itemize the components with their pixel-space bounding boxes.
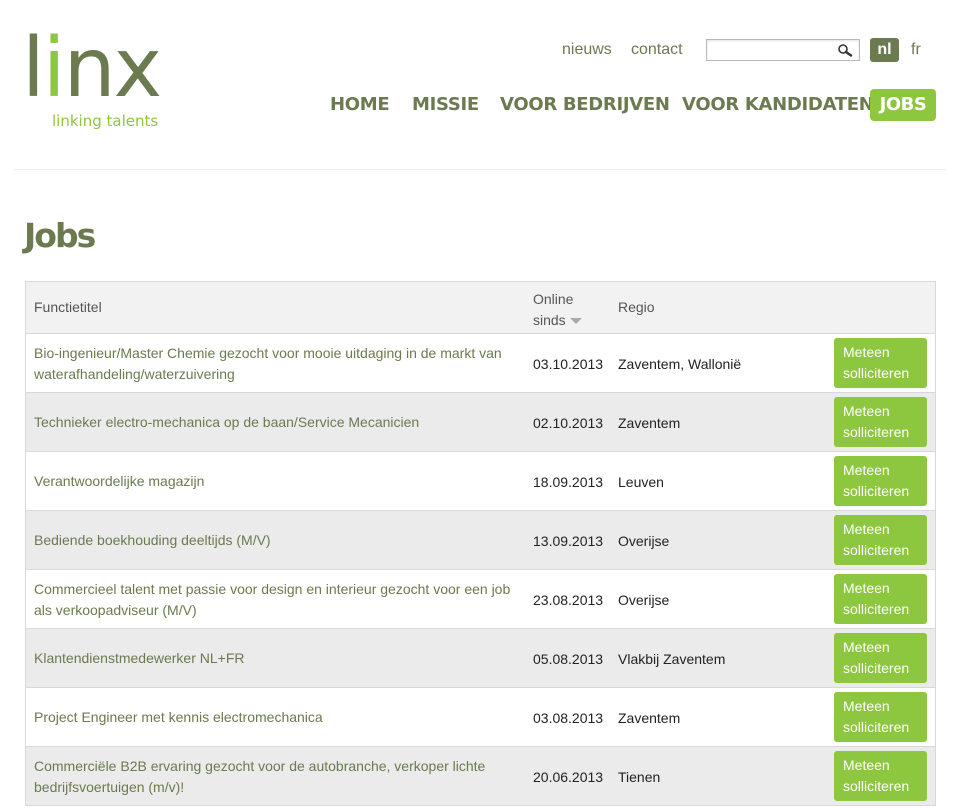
header-divider bbox=[14, 169, 946, 170]
job-title-link[interactable]: Bediende boekhouding deeltijds (M/V) bbox=[34, 511, 524, 570]
column-header-online-sinds[interactable]: Online sinds bbox=[533, 289, 582, 331]
job-title-link[interactable]: Verantwoordelijke magazijn bbox=[34, 452, 524, 511]
search-icon[interactable] bbox=[837, 43, 853, 57]
site-header: linx linking talents nieuws contact nl f… bbox=[0, 0, 960, 170]
logo-wordmark: linx bbox=[22, 21, 162, 116]
linx-logo[interactable]: linx linking talents bbox=[22, 28, 172, 138]
table-row: Commerciële B2B ervaring gezocht voor de… bbox=[26, 747, 935, 806]
logo-tagline: linking talents bbox=[52, 112, 159, 130]
job-region: Overijse bbox=[618, 532, 670, 549]
job-date: 02.10.2013 bbox=[533, 414, 604, 431]
job-title-link[interactable]: Klantendienstmedewerker NL+FR bbox=[34, 629, 524, 688]
table-row: Verantwoordelijke magazijn 18.09.2013 Le… bbox=[26, 452, 935, 511]
apply-button[interactable]: Meteen solliciteren bbox=[834, 633, 927, 683]
job-date: 20.06.2013 bbox=[533, 768, 604, 785]
mainnav-voor-kandidaten[interactable]: VOOR KANDIDATEN bbox=[682, 94, 874, 116]
apply-button[interactable]: Meteen solliciteren bbox=[834, 397, 927, 447]
apply-button[interactable]: Meteen solliciteren bbox=[834, 692, 927, 742]
page-title: Jobs bbox=[24, 216, 96, 255]
nav-link-contact[interactable]: contact bbox=[631, 40, 683, 60]
nav-link-nieuws[interactable]: nieuws bbox=[562, 40, 612, 60]
table-row: Bediende boekhouding deeltijds (M/V) 13.… bbox=[26, 511, 935, 570]
job-date: 03.08.2013 bbox=[533, 709, 604, 726]
job-region: Zaventem bbox=[618, 709, 681, 726]
job-title-link[interactable]: Commerciële B2B ervaring gezocht voor de… bbox=[34, 747, 524, 806]
table-row: Bio-ingenieur/Master Chemie gezocht voor… bbox=[26, 334, 935, 393]
search-input[interactable] bbox=[706, 39, 860, 61]
job-region: Zaventem bbox=[618, 414, 681, 431]
mainnav-jobs[interactable]: JOBS bbox=[870, 89, 936, 121]
mainnav-missie[interactable]: MISSIE bbox=[412, 94, 479, 116]
mainnav-voor-bedrijven[interactable]: VOOR BEDRIJVEN bbox=[500, 94, 670, 116]
job-date: 05.08.2013 bbox=[533, 650, 604, 667]
table-row: Klantendienstmedewerker NL+FR 05.08.2013… bbox=[26, 629, 935, 688]
job-region: Leuven bbox=[618, 473, 664, 490]
job-title-link[interactable]: Commercieel talent met passie voor desig… bbox=[34, 570, 524, 629]
job-region: Vlakbij Zaventem bbox=[618, 650, 726, 667]
column-header-functietitel[interactable]: Functietitel bbox=[34, 299, 102, 315]
apply-button[interactable]: Meteen solliciteren bbox=[834, 751, 927, 801]
job-region: Tienen bbox=[618, 768, 661, 785]
job-date: 23.08.2013 bbox=[533, 591, 604, 608]
job-date: 13.09.2013 bbox=[533, 532, 604, 549]
sort-descending-icon bbox=[569, 318, 582, 325]
job-title-link[interactable]: Project Engineer met kennis electromecha… bbox=[34, 688, 524, 747]
mainnav-home[interactable]: HOME bbox=[330, 94, 390, 116]
jobs-table: Functietitel Online sinds Regio Bio-inge… bbox=[25, 281, 936, 806]
table-row: Technieker electro-mechanica op de baan/… bbox=[26, 393, 935, 452]
job-region: Overijse bbox=[618, 591, 670, 608]
job-region: Zaventem, Wallonië bbox=[618, 355, 742, 372]
job-date: 03.10.2013 bbox=[533, 355, 604, 372]
table-row: Project Engineer met kennis electromecha… bbox=[26, 688, 935, 747]
column-header-regio[interactable]: Regio bbox=[618, 299, 655, 315]
apply-button[interactable]: Meteen solliciteren bbox=[834, 338, 927, 388]
apply-button[interactable]: Meteen solliciteren bbox=[834, 456, 927, 506]
job-title-link[interactable]: Bio-ingenieur/Master Chemie gezocht voor… bbox=[34, 334, 524, 393]
table-row: Commercieel talent met passie voor desig… bbox=[26, 570, 935, 629]
job-title-link[interactable]: Technieker electro-mechanica op de baan/… bbox=[34, 393, 524, 452]
language-fr-link[interactable]: fr bbox=[911, 40, 921, 60]
apply-button[interactable]: Meteen solliciteren bbox=[834, 574, 927, 624]
job-date: 18.09.2013 bbox=[533, 473, 604, 490]
apply-button[interactable]: Meteen solliciteren bbox=[834, 515, 927, 565]
table-header: Functietitel Online sinds Regio bbox=[26, 282, 935, 334]
language-nl-button[interactable]: nl bbox=[870, 38, 899, 62]
